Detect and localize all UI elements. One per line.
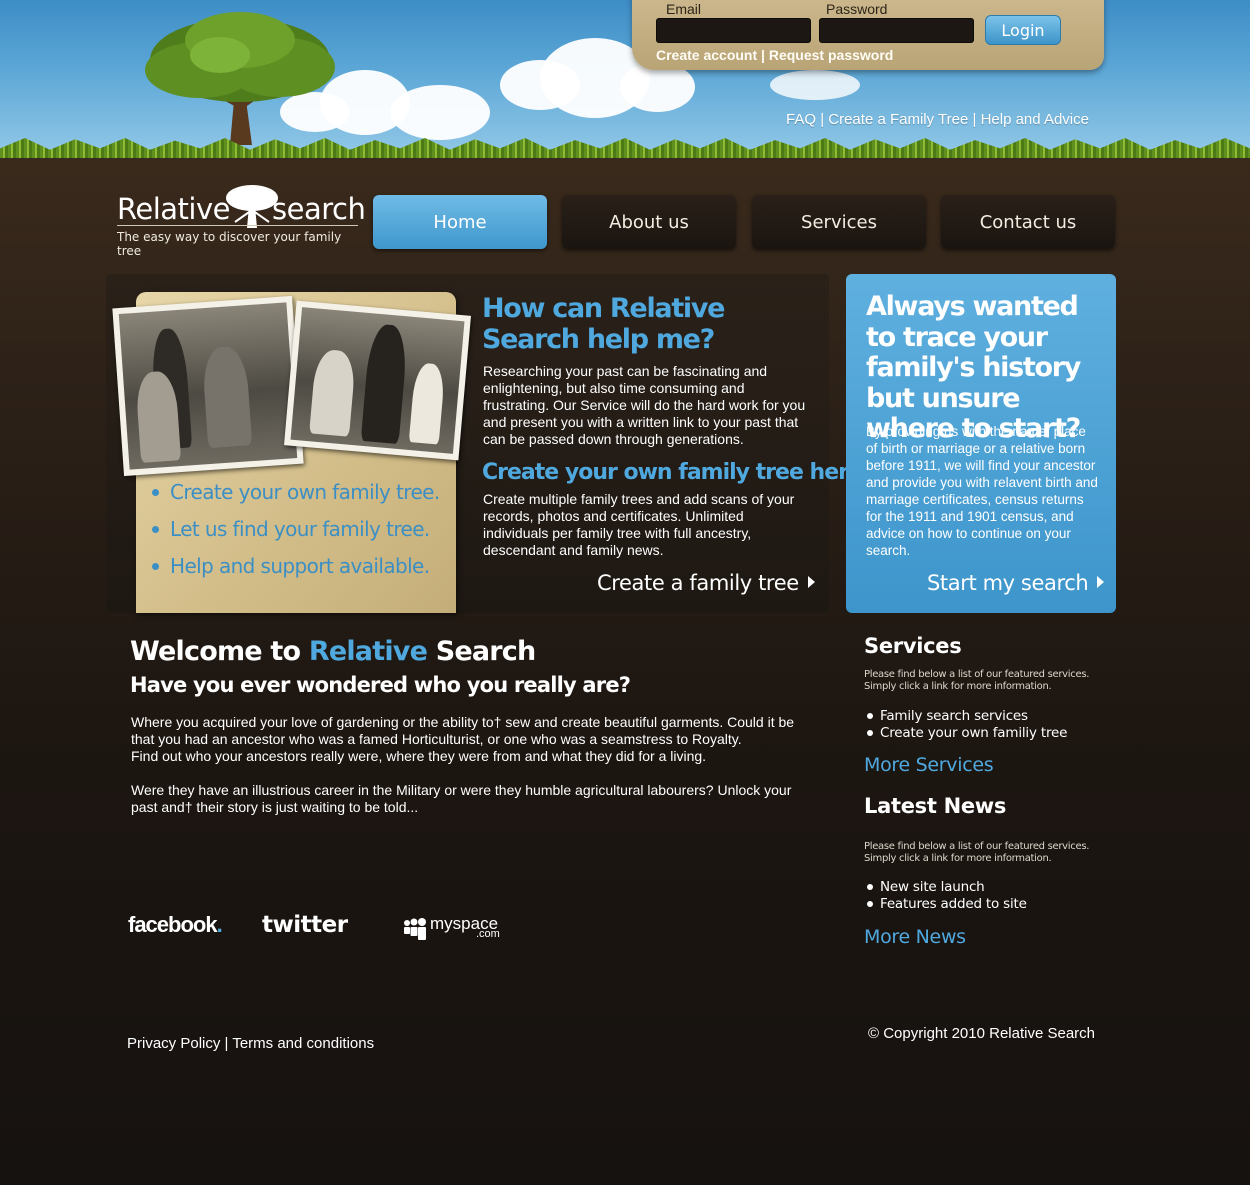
separator: | <box>761 47 765 63</box>
privacy-policy-link[interactable]: Privacy Policy <box>127 1035 220 1052</box>
start-search-button[interactable]: Start my search <box>927 571 1105 595</box>
nav-home[interactable]: Home <box>373 195 547 249</box>
news-link-site-launch[interactable]: New site launch <box>866 879 1027 896</box>
note-line: Please find below a list of our featured… <box>864 841 1090 852</box>
logo-divider <box>117 225 358 226</box>
email-field[interactable] <box>656 18 811 43</box>
services-link-create-tree[interactable]: Create your own familiy tree <box>866 725 1067 742</box>
faq-link[interactable]: FAQ <box>786 111 816 128</box>
list-item: Help and support available. <box>152 553 440 590</box>
top-links: FAQ | Create a Family Tree | Help and Ad… <box>786 111 1089 128</box>
cta-label: Create a family tree <box>597 571 799 595</box>
family-photo-2 <box>284 300 471 461</box>
feature-intro: Researching your past can be fascinating… <box>483 363 806 447</box>
news-note: Please find below a list of our featured… <box>864 841 1104 865</box>
more-news-link[interactable]: More News <box>864 926 966 948</box>
create-family-tree-link[interactable]: Create a Family Tree <box>828 111 968 128</box>
services-link-family-search[interactable]: Family search services <box>866 708 1067 725</box>
request-password-link[interactable]: Request password <box>769 47 893 63</box>
cloud <box>390 85 490 140</box>
feature-subheading: Create your own family tree here. <box>482 460 870 485</box>
welcome-title-suffix: Search <box>427 636 537 667</box>
logo-text-search: search <box>272 192 366 226</box>
welcome-paragraph: Were they have an illustrious career in … <box>131 782 792 815</box>
site-logo[interactable]: Relative search The easy way to discover… <box>117 184 367 258</box>
copyright: © Copyright 2010 Relative Search <box>868 1025 1096 1042</box>
welcome-paragraph: Find out who your ancestors really were,… <box>131 748 707 764</box>
welcome-subtitle: Have you ever wondered who you really ar… <box>130 673 631 697</box>
promo-body: By providing us with the name, place of … <box>866 424 1098 558</box>
arrow-right-icon <box>1097 576 1105 588</box>
nav-about-us[interactable]: About us <box>562 195 736 249</box>
separator: | <box>224 1035 229 1052</box>
facebook-dot: . <box>216 912 223 937</box>
services-list: Family search services Create your own f… <box>866 708 1067 741</box>
login-button[interactable]: Login <box>985 15 1061 45</box>
services-note: Please find below a list of our featured… <box>864 669 1104 693</box>
myspace-icon <box>404 918 426 940</box>
note-line: Please find below a list of our featured… <box>864 669 1090 680</box>
feature-heading: How can Relative Search help me? <box>482 293 725 355</box>
nav-services[interactable]: Services <box>752 195 926 249</box>
welcome-title-accent: Relative <box>308 636 428 667</box>
news-link-features-added[interactable]: Features added to site <box>866 896 1027 913</box>
terms-link[interactable]: Terms and conditions <box>232 1035 374 1052</box>
login-links: Create account | Request password <box>656 47 893 63</box>
cloud <box>770 70 860 100</box>
cta-label: Start my search <box>927 571 1089 595</box>
login-panel: Email Password Login Create account | Re… <box>632 0 1104 70</box>
welcome-title-prefix: Welcome to <box>130 636 309 667</box>
create-family-tree-button[interactable]: Create a family tree <box>597 571 815 595</box>
facebook-text: facebook <box>128 912 218 937</box>
news-list: New site launch Features added to site <box>866 879 1027 912</box>
logo-text-relative: Relative <box>117 192 230 226</box>
arrow-right-icon <box>807 576 815 588</box>
separator: | <box>820 111 825 128</box>
family-photo-1 <box>112 295 304 477</box>
create-account-link[interactable]: Create account <box>656 47 757 63</box>
nav-contact-us[interactable]: Contact us <box>941 195 1115 249</box>
welcome-paragraph: Where you acquired your love of gardenin… <box>131 714 795 747</box>
myspace-logo[interactable]: myspace .com <box>402 914 512 944</box>
note-line: Simply click a link for more information… <box>864 681 1052 692</box>
email-label: Email <box>666 1 702 17</box>
feature-bullet-list: Create your own family tree. Let us find… <box>152 479 440 590</box>
list-item: Create your own family tree. <box>152 479 440 516</box>
tree-illustration <box>145 12 335 145</box>
logo-tagline: The easy way to discover your family tre… <box>117 230 342 258</box>
twitter-logo[interactable]: twitter <box>262 912 348 938</box>
facebook-logo[interactable]: facebook. <box>128 912 223 938</box>
list-item: Let us find your family tree. <box>152 516 440 553</box>
promo-heading: Always wanted to trace your family's his… <box>866 291 1081 444</box>
separator: | <box>972 111 977 128</box>
password-field[interactable] <box>819 18 974 43</box>
latest-news-heading: Latest News <box>864 794 1007 818</box>
help-and-advice-link[interactable]: Help and Advice <box>981 111 1089 128</box>
footer-links: Privacy Policy | Terms and conditions <box>127 1035 374 1052</box>
password-label: Password <box>826 1 888 17</box>
more-services-link[interactable]: More Services <box>864 754 994 776</box>
welcome-title: Welcome to Relative Search <box>130 636 537 667</box>
myspace-com-text: .com <box>476 928 500 940</box>
feature-body: Create multiple family trees and add sca… <box>483 491 795 558</box>
note-line: Simply click a link for more information… <box>864 853 1052 864</box>
services-heading: Services <box>864 634 962 658</box>
